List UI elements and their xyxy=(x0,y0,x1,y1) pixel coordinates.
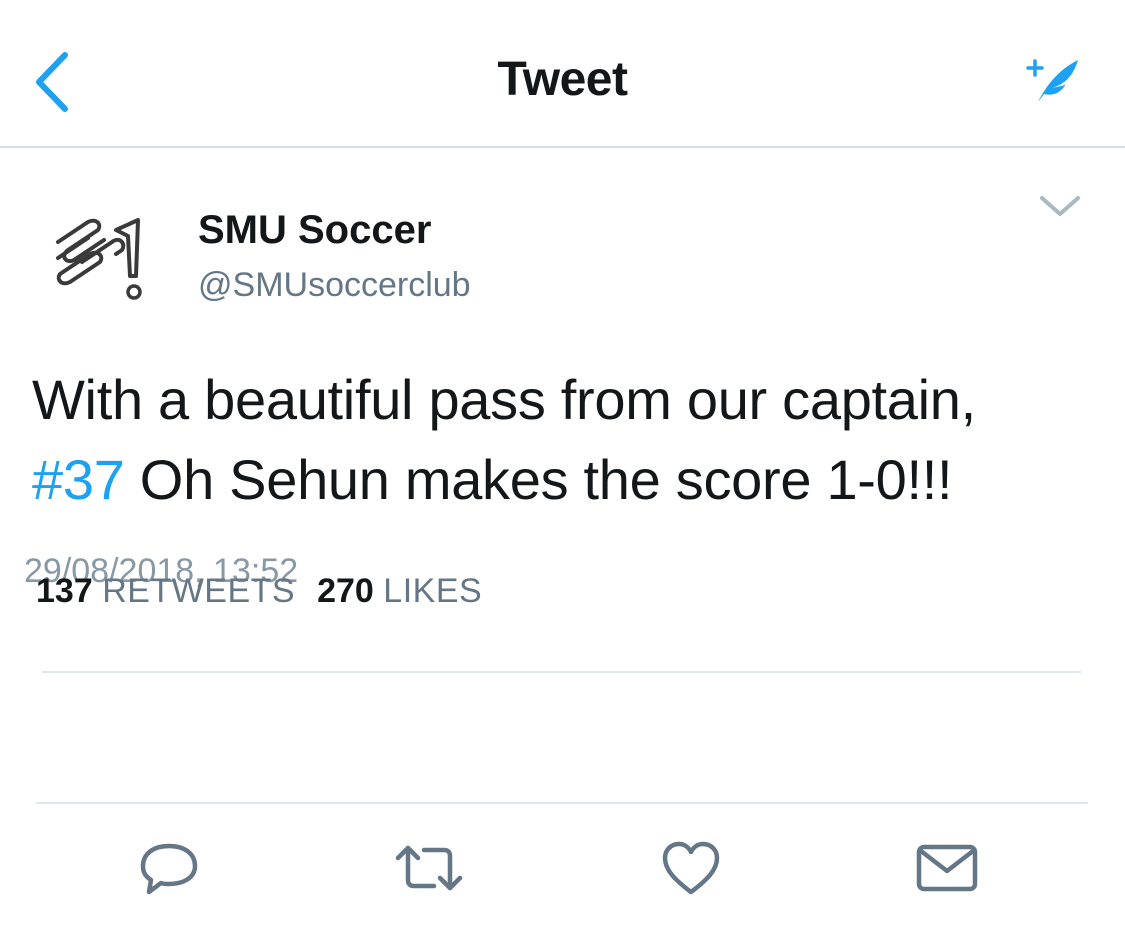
tweet-text: With a beautiful pass from our captain, … xyxy=(32,360,1107,520)
page-title: Tweet xyxy=(497,53,628,106)
like-icon xyxy=(662,841,720,895)
author-name[interactable]: SMU Soccer xyxy=(198,208,431,253)
retweet-button[interactable] xyxy=(394,838,464,898)
tweet-text-line-2: #37 Oh Sehun makes the score 1-0!!! xyxy=(32,440,1107,520)
tweet-menu-button[interactable] xyxy=(1038,192,1082,222)
compose-feather-icon xyxy=(1026,59,1078,102)
tweet-text-rest: Oh Sehun makes the score 1-0!!! xyxy=(124,448,953,511)
likes-stat[interactable]: 270 LIKES xyxy=(317,572,482,610)
tweet-stats: 137 RETWEETS 270 LIKES xyxy=(36,572,504,611)
retweets-label: RETWEETS xyxy=(102,572,296,610)
avatar[interactable] xyxy=(38,200,158,320)
reply-button[interactable] xyxy=(134,838,204,898)
divider xyxy=(36,802,1088,804)
retweet-icon xyxy=(395,845,463,891)
reply-icon xyxy=(140,843,198,895)
retweets-stat[interactable]: 137 RETWEETS xyxy=(36,572,295,610)
author-handle[interactable]: @SMUsoccerclub xyxy=(198,266,471,305)
hashtag-link[interactable]: #37 xyxy=(32,448,125,511)
likes-count: 270 xyxy=(317,572,374,610)
like-button[interactable] xyxy=(656,838,726,898)
divider xyxy=(42,671,1081,673)
retweets-count: 137 xyxy=(36,572,93,610)
navigation-bar: Tweet xyxy=(0,0,1125,148)
likes-label: LIKES xyxy=(383,572,483,610)
tweet-text-line-1: With a beautiful pass from our captain, xyxy=(32,368,976,431)
sm-logo-icon xyxy=(56,218,142,300)
message-icon xyxy=(916,844,978,892)
chevron-down-icon xyxy=(1040,196,1080,216)
compose-tweet-button[interactable] xyxy=(1022,52,1084,106)
direct-message-button[interactable] xyxy=(912,838,982,898)
